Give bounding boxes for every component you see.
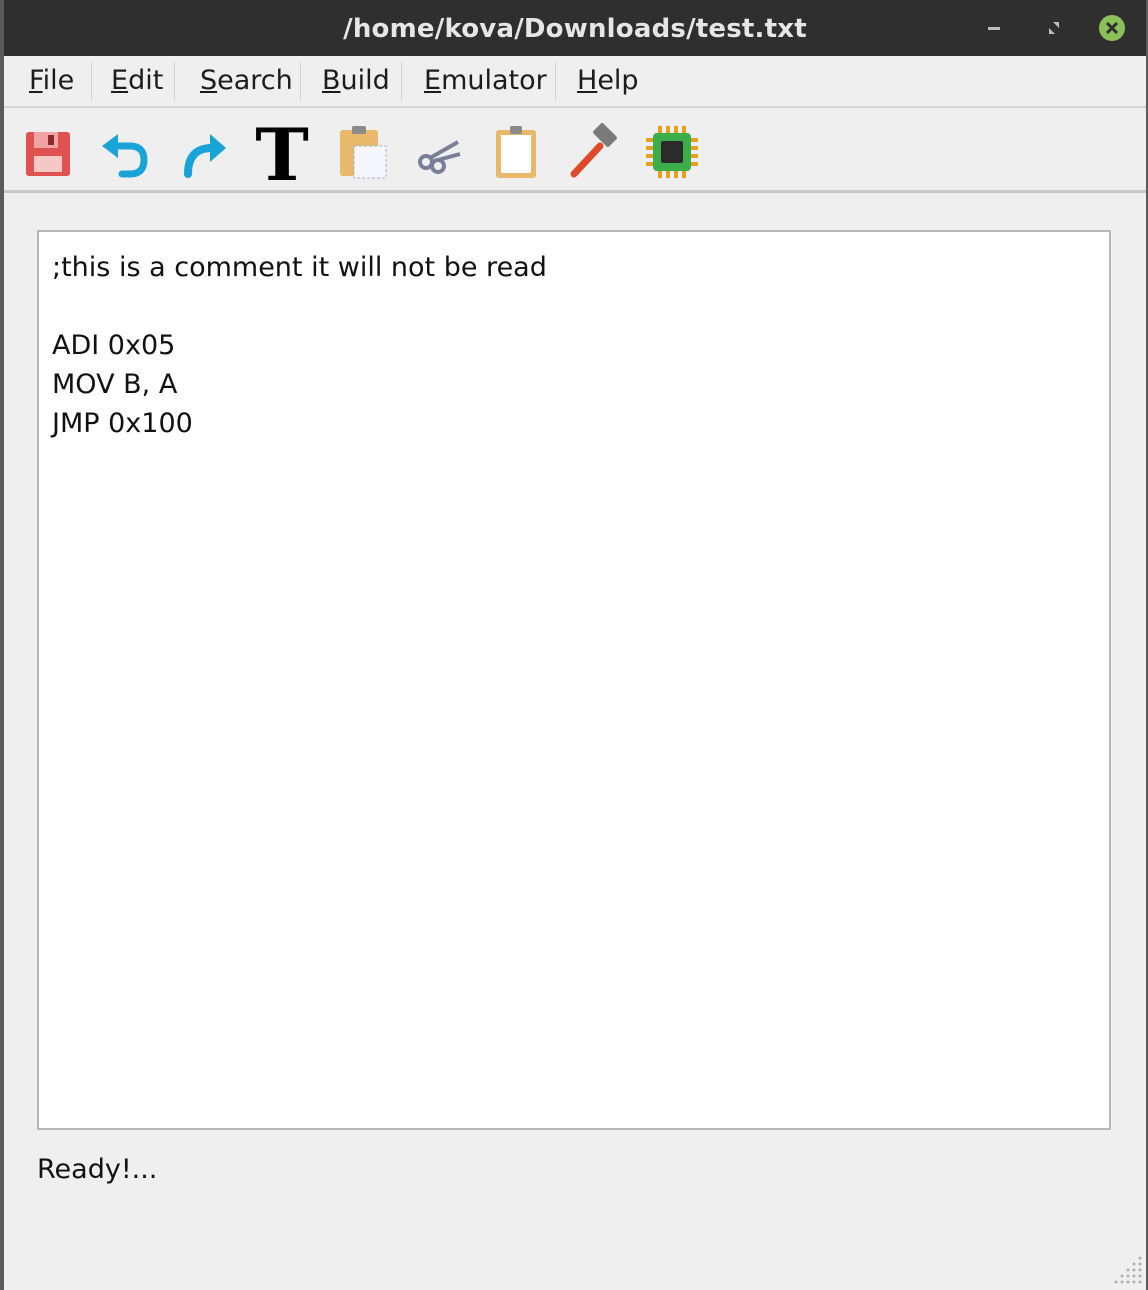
menu-help[interactable]: Help [577, 64, 639, 98]
menu-emulator-mnemonic: E [424, 65, 442, 96]
editor-line: JMP 0x100 [52, 408, 193, 439]
build-button[interactable] [564, 122, 624, 182]
redo-icon [184, 134, 226, 178]
paste-button[interactable] [330, 122, 390, 182]
menu-build-mnemonic: B [322, 65, 341, 96]
code-editor[interactable]: ;this is a comment it will not be read A… [37, 230, 1111, 1130]
editor-line: ;this is a comment it will not be read [52, 252, 547, 283]
menu-edit-label: dit [128, 65, 164, 96]
undo-icon [102, 134, 148, 178]
restore-icon [1049, 22, 1059, 34]
menu-help-label: elp [597, 65, 639, 96]
menu-edit-mnemonic: E [111, 65, 129, 96]
menu-bar: File Edit Search Build Emulator Help [4, 56, 1146, 108]
menu-emulator[interactable]: Emulator [424, 64, 547, 98]
minimize-button[interactable] [980, 14, 1008, 42]
menu-search-label: earch [217, 65, 293, 96]
font-button[interactable]: T [252, 122, 312, 182]
menu-separator [555, 62, 556, 100]
font-icon: T [255, 122, 309, 182]
menu-separator [401, 62, 402, 100]
close-button[interactable] [1098, 14, 1126, 42]
menu-emulator-label: mulator [441, 65, 547, 96]
paste-icon [340, 126, 387, 179]
cut-icon [418, 140, 461, 174]
clipboard-button[interactable] [486, 122, 546, 182]
emulator-button[interactable] [642, 122, 702, 182]
cut-button[interactable] [408, 122, 468, 182]
toolbar: T [4, 108, 1146, 193]
menu-file-label: ile [42, 65, 75, 96]
editor-line: ADI 0x05 [52, 330, 176, 361]
undo-button[interactable] [96, 122, 156, 182]
menu-build-label: uild [340, 65, 390, 96]
save-icon [26, 132, 70, 176]
window-title: /home/kova/Downloads/test.txt [343, 14, 807, 44]
menu-search[interactable]: Search [200, 64, 293, 98]
chip-emulator-icon [646, 126, 698, 178]
clipboard-icon [496, 126, 536, 178]
maximize-button[interactable] [1040, 14, 1068, 42]
menu-edit[interactable]: Edit [111, 64, 163, 98]
menu-build[interactable]: Build [322, 64, 390, 98]
status-label: Ready!... [37, 1154, 158, 1185]
menu-file[interactable]: File [29, 64, 74, 98]
app-window: /home/kova/Downloads/test.txt File Edit … [4, 0, 1146, 1290]
menu-separator [174, 62, 175, 100]
editor-line: MOV B, A [52, 369, 178, 400]
menu-help-mnemonic: H [577, 65, 598, 96]
menu-separator [300, 62, 301, 100]
close-icon [1099, 15, 1125, 41]
redo-button[interactable] [174, 122, 234, 182]
svg-text:T: T [255, 122, 309, 182]
menu-search-mnemonic: S [200, 65, 218, 96]
menu-separator [91, 62, 92, 100]
resize-grip-icon[interactable] [1112, 1254, 1144, 1286]
title-bar[interactable]: /home/kova/Downloads/test.txt [4, 0, 1146, 56]
menu-file-mnemonic: F [29, 65, 43, 96]
build-hammer-icon [570, 123, 617, 178]
save-button[interactable] [18, 122, 78, 182]
